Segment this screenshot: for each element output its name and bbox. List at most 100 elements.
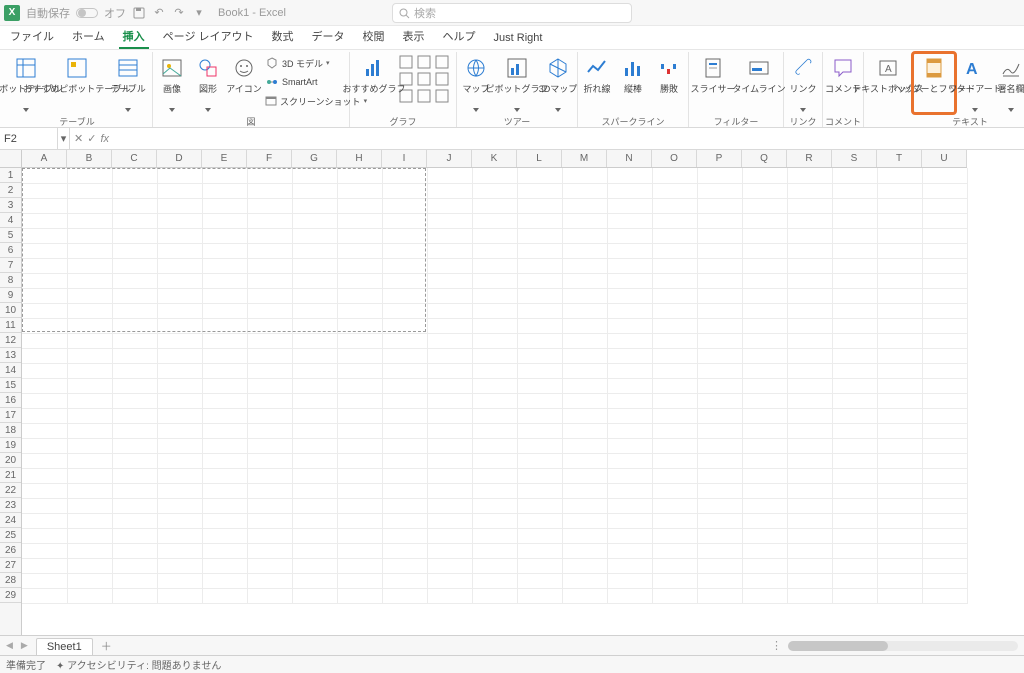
cell[interactable]: [562, 558, 607, 573]
cell[interactable]: [922, 393, 967, 408]
cell[interactable]: [697, 408, 742, 423]
cell[interactable]: [472, 258, 517, 273]
cell[interactable]: [607, 273, 652, 288]
cell[interactable]: [922, 573, 967, 588]
cell[interactable]: [22, 558, 67, 573]
cell[interactable]: [337, 558, 382, 573]
cell[interactable]: [472, 333, 517, 348]
cell[interactable]: [112, 468, 157, 483]
row-header[interactable]: 22: [0, 483, 21, 498]
cell[interactable]: [607, 528, 652, 543]
cell[interactable]: [427, 288, 472, 303]
cell[interactable]: [607, 228, 652, 243]
cell[interactable]: [427, 198, 472, 213]
picture-button[interactable]: 画像: [155, 52, 189, 114]
cell[interactable]: [382, 513, 427, 528]
cell[interactable]: [382, 303, 427, 318]
cell[interactable]: [472, 513, 517, 528]
cell[interactable]: [517, 303, 562, 318]
cell[interactable]: [832, 213, 877, 228]
cell[interactable]: [472, 393, 517, 408]
cell[interactable]: [652, 573, 697, 588]
cell[interactable]: [607, 483, 652, 498]
cell[interactable]: [337, 168, 382, 183]
cell[interactable]: [157, 573, 202, 588]
accessibility-status[interactable]: ✦ アクセシビリティ: 問題ありません: [56, 657, 221, 672]
cell[interactable]: [202, 288, 247, 303]
cell[interactable]: [67, 588, 112, 603]
column-header[interactable]: J: [427, 150, 472, 167]
cell[interactable]: [652, 393, 697, 408]
cell[interactable]: [247, 483, 292, 498]
screenshot-row[interactable]: スクリーンショット ▾: [263, 92, 347, 110]
cell[interactable]: [247, 498, 292, 513]
cell[interactable]: [382, 228, 427, 243]
cell[interactable]: [202, 273, 247, 288]
cell[interactable]: [832, 588, 877, 603]
cell[interactable]: [112, 243, 157, 258]
cell[interactable]: [742, 213, 787, 228]
cell[interactable]: [157, 348, 202, 363]
cell[interactable]: [562, 453, 607, 468]
cell[interactable]: [607, 243, 652, 258]
cell[interactable]: [247, 318, 292, 333]
cell[interactable]: [607, 393, 652, 408]
cell[interactable]: [877, 378, 922, 393]
cell[interactable]: [832, 468, 877, 483]
cell[interactable]: [922, 423, 967, 438]
cell[interactable]: [22, 483, 67, 498]
row-header[interactable]: 7: [0, 258, 21, 273]
select-all-corner[interactable]: [0, 150, 22, 168]
row-header[interactable]: 17: [0, 408, 21, 423]
qat-dropdown-icon[interactable]: ▾: [192, 6, 206, 20]
cell[interactable]: [157, 228, 202, 243]
cell[interactable]: [382, 378, 427, 393]
cell[interactable]: [427, 273, 472, 288]
cell[interactable]: [832, 573, 877, 588]
cell[interactable]: [697, 363, 742, 378]
cell[interactable]: [292, 573, 337, 588]
cell[interactable]: [607, 288, 652, 303]
cell[interactable]: [787, 303, 832, 318]
row-header[interactable]: 4: [0, 213, 21, 228]
cell[interactable]: [202, 408, 247, 423]
cell[interactable]: [337, 348, 382, 363]
cell[interactable]: [877, 423, 922, 438]
cell[interactable]: [562, 588, 607, 603]
cell[interactable]: [877, 183, 922, 198]
cell[interactable]: [562, 333, 607, 348]
cell[interactable]: [877, 543, 922, 558]
fx-icon[interactable]: fx: [100, 133, 109, 145]
cell[interactable]: [742, 243, 787, 258]
row-header[interactable]: 19: [0, 438, 21, 453]
cell[interactable]: [22, 408, 67, 423]
cell[interactable]: [877, 243, 922, 258]
cell[interactable]: [742, 183, 787, 198]
cell[interactable]: [112, 228, 157, 243]
cell[interactable]: [202, 378, 247, 393]
cell[interactable]: [877, 483, 922, 498]
sheet-nav-next[interactable]: ▶: [21, 640, 28, 651]
cell[interactable]: [517, 363, 562, 378]
scroll-split-icon[interactable]: ⋮: [771, 639, 782, 652]
cell[interactable]: [832, 258, 877, 273]
cell[interactable]: [67, 408, 112, 423]
cell[interactable]: [607, 438, 652, 453]
cell[interactable]: [247, 453, 292, 468]
cell[interactable]: [787, 588, 832, 603]
row-header[interactable]: 9: [0, 288, 21, 303]
cell[interactable]: [697, 558, 742, 573]
cell[interactable]: [157, 273, 202, 288]
cell[interactable]: [112, 258, 157, 273]
cell[interactable]: [67, 513, 112, 528]
name-box-dropdown[interactable]: ▾: [58, 128, 70, 149]
cell[interactable]: [787, 573, 832, 588]
cell[interactable]: [787, 333, 832, 348]
cell[interactable]: [607, 318, 652, 333]
table-button[interactable]: テーブル: [106, 52, 150, 114]
cell[interactable]: [157, 363, 202, 378]
cell[interactable]: [832, 423, 877, 438]
cell[interactable]: [112, 423, 157, 438]
cell[interactable]: [112, 453, 157, 468]
cell[interactable]: [157, 588, 202, 603]
